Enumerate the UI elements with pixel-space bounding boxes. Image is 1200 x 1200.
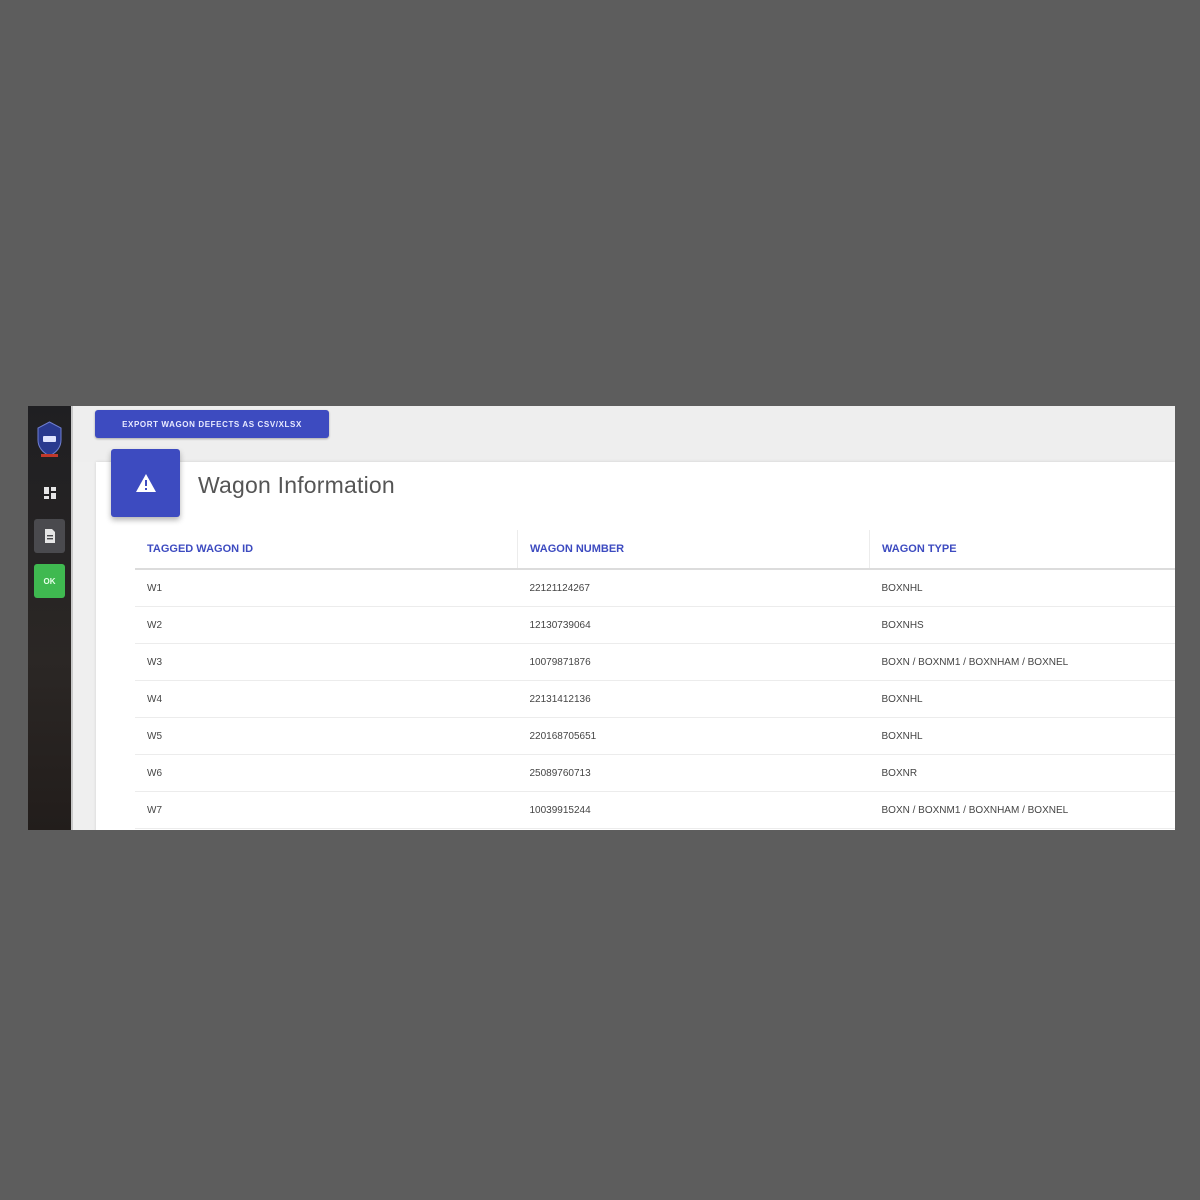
report-icon[interactable]: [34, 519, 65, 553]
tagged-wagon-id-cell: W2: [135, 606, 518, 644]
wagon-type-cell: BOXNHL: [869, 717, 1175, 755]
wagon-number-cell: 220168705651: [517, 717, 870, 755]
table-row: W1 22121124267 BOXNHL: [135, 569, 1175, 607]
table-row: W5 220168705651 BOXNHL: [135, 717, 1175, 755]
wagon-number-cell: 10039915244: [517, 791, 870, 829]
wagon-type-cell: BOXNHS: [869, 606, 1175, 644]
logo: [34, 420, 65, 460]
warning-icon: [111, 449, 180, 517]
table-row: W2 12130739064 BOXNHS: [135, 606, 1175, 644]
wagon-type-cell: BOXNHL: [869, 680, 1175, 718]
dashboard-icon[interactable]: [34, 476, 65, 510]
wagon-type-cell: BOXN / BOXNM1 / BOXNHAM / BOXNEL: [869, 643, 1175, 681]
table-row: W7 10039915244 BOXN / BOXNM1 / BOXNHAM /…: [135, 791, 1175, 829]
wagon-number-cell: 10079871876: [517, 643, 870, 681]
tagged-wagon-id-cell: W4: [135, 680, 518, 718]
column-header-wagon-type[interactable]: WAGON TYPE: [869, 530, 1175, 570]
wagon-type-cell: BOXNR: [869, 754, 1175, 792]
tagged-wagon-id-cell: W6: [135, 754, 518, 792]
wagon-number-cell: 25089760713: [517, 754, 870, 792]
wagon-table: TAGGED WAGON ID WAGON NUMBER WAGON TYPE …: [135, 530, 1175, 829]
table-header-row: TAGGED WAGON ID WAGON NUMBER WAGON TYPE: [135, 530, 1175, 570]
sidebar-divider: [71, 406, 73, 830]
wagon-type-cell: BOXNHL: [869, 569, 1175, 607]
sidebar: OK: [28, 406, 71, 830]
tagged-wagon-id-cell: W5: [135, 717, 518, 755]
column-header-tagged-wagon-id[interactable]: TAGGED WAGON ID: [135, 530, 518, 570]
status-ok-label: OK: [43, 576, 56, 586]
wagon-number-cell: 22121124267: [517, 569, 870, 607]
tagged-wagon-id-cell: W1: [135, 569, 518, 607]
card-title: Wagon Information: [198, 472, 395, 498]
column-header-wagon-number[interactable]: WAGON NUMBER: [517, 530, 870, 570]
export-defects-button[interactable]: EXPORT WAGON DEFECTS AS CSV/XLSX: [95, 410, 329, 438]
wagon-number-cell: 22131412136: [517, 680, 870, 718]
wagon-type-cell: BOXN / BOXNM1 / BOXNHAM / BOXNEL: [869, 791, 1175, 829]
table-row: W3 10079871876 BOXN / BOXNM1 / BOXNHAM /…: [135, 643, 1175, 681]
tagged-wagon-id-cell: W7: [135, 791, 518, 829]
status-ok-button[interactable]: OK: [34, 564, 65, 598]
tagged-wagon-id-cell: W3: [135, 643, 518, 681]
table-row: W6 25089760713 BOXNR: [135, 754, 1175, 792]
app-screenshot: OK EXPORT WAGON DEFECTS AS CSV/XLSX Wago…: [28, 406, 1175, 830]
table-row: W4 22131412136 BOXNHL: [135, 680, 1175, 718]
wagon-number-cell: 12130739064: [517, 606, 870, 644]
